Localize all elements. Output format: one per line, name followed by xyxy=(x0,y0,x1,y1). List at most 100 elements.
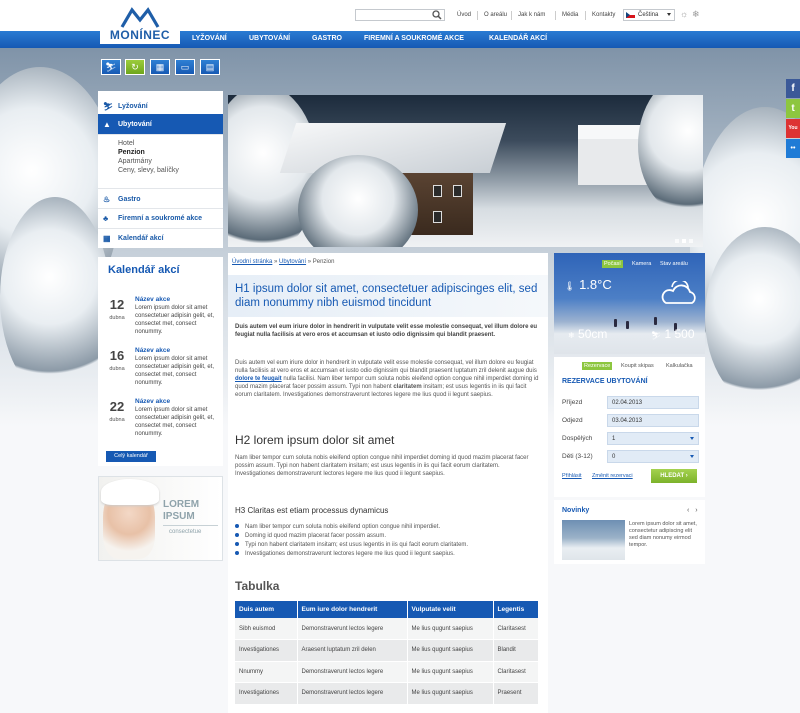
thermometer-icon: 🌡 xyxy=(564,281,576,291)
gallery-icon[interactable]: ▤ xyxy=(200,59,220,75)
promo-banner[interactable]: LOREM IPSUM consectetue xyxy=(98,476,223,561)
flickr-label: •• xyxy=(790,145,796,152)
field-label: Odjezd xyxy=(562,417,583,424)
twitter-label: t xyxy=(791,103,795,114)
table-cell: Claritasest xyxy=(493,618,539,640)
subitem-penzion[interactable]: Penzion xyxy=(118,149,145,156)
window xyxy=(433,185,442,197)
table-cell: Praesent xyxy=(493,682,539,705)
sidebar-item-label: Kalendář akcí xyxy=(118,235,164,242)
event-icon: ♣ xyxy=(103,214,109,223)
header-link-o-arealu[interactable]: O areálu xyxy=(484,12,507,18)
temperature-value: 1.8°C xyxy=(579,277,612,292)
breadcrumb-home[interactable]: Úvodní stránka xyxy=(232,259,272,265)
sidebar: ⛷ Lyžování ▲ Ubytování Hotel Penzion Apart… xyxy=(98,91,223,248)
inline-link[interactable]: dolore te feugait xyxy=(235,376,282,382)
tab-weather[interactable]: Počasí xyxy=(602,260,623,268)
logo[interactable]: MONÍNEC xyxy=(100,4,180,44)
tab-reservation[interactable]: Rezervace xyxy=(582,362,613,370)
table-cell: Claritasest xyxy=(493,661,539,683)
bus-icon[interactable]: ▭ xyxy=(175,59,195,75)
subitem-ceny[interactable]: Ceny, slevy, balíčky xyxy=(118,167,179,174)
table-cell: Investigationes xyxy=(235,639,298,662)
table-cell: Araesent luptatum zril delen xyxy=(297,639,408,662)
tab-calculator[interactable]: Kalkulačka xyxy=(666,363,693,369)
news-arrows-icon[interactable]: ‹ › xyxy=(687,507,700,514)
adults-select[interactable]: 1 xyxy=(607,432,699,445)
children-select[interactable]: 0 xyxy=(607,450,699,463)
field-label: Příjezd xyxy=(562,399,583,406)
table-row: Nnummy Demonstraverunt lectos legere Me … xyxy=(235,661,539,683)
refresh-icon[interactable]: ↻ xyxy=(125,59,145,75)
table-row: Investigationes Araesent luptatum zril d… xyxy=(235,639,539,662)
cloud-sun-icon xyxy=(661,281,696,304)
sidebar-item-label: Lyžování xyxy=(118,103,148,110)
calendar-icon: ▦ xyxy=(103,234,111,243)
chevron-down-icon xyxy=(690,437,694,440)
window xyxy=(453,185,462,197)
event-text: Lorem ipsum dolor sit amet consectetuer … xyxy=(135,407,215,437)
sidebar-item-kalendar[interactable]: ▦ Kalendář akcí xyxy=(98,228,223,249)
breadcrumb-section[interactable]: Ubytování xyxy=(279,259,306,265)
event-title[interactable]: Název akce xyxy=(135,347,170,354)
nav-firemni-akce[interactable]: FIREMNÍ A SOUKROMÉ AKCE xyxy=(364,35,464,42)
table-cell: Sibh euismod xyxy=(235,618,298,640)
nav-ubytovani[interactable]: UBYTOVÁNÍ xyxy=(249,35,290,42)
header-link-uvod[interactable]: Úvod xyxy=(457,12,471,18)
sun-icon[interactable]: ☼ xyxy=(680,9,688,19)
snowflake-icon[interactable]: ❄ xyxy=(692,9,700,20)
sidebar-item-gastro[interactable]: ♨ Gastro xyxy=(98,188,223,209)
tab-camera[interactable]: Kamera xyxy=(632,261,651,267)
nav-kalendar-akci[interactable]: KALENDÁŘ AKCÍ xyxy=(489,35,547,42)
nav-lyzovani[interactable]: LYŽOVÁNÍ xyxy=(192,35,227,42)
header-link-jak-k-nam[interactable]: Jak k nám xyxy=(518,12,545,18)
sidebar-item-label: Gastro xyxy=(118,196,141,203)
header-link-kontakty[interactable]: Kontakty xyxy=(592,12,615,18)
slider-dot[interactable] xyxy=(682,239,686,243)
flickr-icon[interactable]: •• xyxy=(786,139,800,158)
departure-date-field[interactable]: 03.04.2013 xyxy=(607,414,699,427)
table-header: Vulputate velit xyxy=(407,601,494,618)
temperature: 🌡 1.8°C xyxy=(564,277,612,292)
slider-dot[interactable] xyxy=(675,239,679,243)
event-title[interactable]: Název akce xyxy=(135,398,170,405)
youtube-icon[interactable]: You xyxy=(786,119,800,138)
field-value: 0 xyxy=(612,454,616,460)
full-calendar-button[interactable]: Celý kalendář xyxy=(106,451,156,462)
slider-dot[interactable] xyxy=(689,239,693,243)
facebook-icon[interactable]: f xyxy=(786,79,800,98)
login-link[interactable]: Přihlásit xyxy=(562,473,582,479)
breadcrumb-separator: » xyxy=(274,259,278,265)
weather-widget: Počasí Kamera Stav areálu 🌡 1.8°C ❄ 50cm… xyxy=(554,253,705,354)
sidebar-item-firemni-akce[interactable]: ♣ Firemní a soukromé akce xyxy=(98,208,223,229)
table-cell: Blandit xyxy=(493,639,539,662)
news-image[interactable] xyxy=(562,520,625,560)
news-text[interactable]: Lorem ipsum dolor sit amet, consectetur … xyxy=(629,521,702,549)
calendar-icon[interactable]: ▦ xyxy=(150,59,170,75)
search-button[interactable]: HLEDAT › xyxy=(651,469,697,483)
breadcrumb: Úvodní stránka » Ubytování » Penzion xyxy=(232,259,334,265)
subitem-hotel[interactable]: Hotel xyxy=(118,140,134,147)
event-title[interactable]: Název akce xyxy=(135,296,170,303)
divider xyxy=(555,11,556,20)
field-value: 03.04.2013 xyxy=(612,418,643,424)
tab-resort-status[interactable]: Stav areálu xyxy=(660,261,688,267)
search-icon[interactable] xyxy=(432,10,442,20)
skier-icon[interactable]: ⛷ xyxy=(101,59,121,75)
heading-h2: H2 lorem ipsum dolor sit amet xyxy=(235,433,395,447)
paragraph-text: Duis autem vel eum iriure dolor in hendr… xyxy=(235,360,537,374)
main-content: Úvodní stránka » Ubytování » Penzion H1 … xyxy=(228,253,548,713)
divider xyxy=(511,11,512,20)
nav-gastro[interactable]: GASTRO xyxy=(312,35,342,42)
header-link-media[interactable]: Média xyxy=(562,12,578,18)
subitem-apartmany[interactable]: Apartmány xyxy=(118,158,152,165)
twitter-icon[interactable]: t xyxy=(786,99,800,118)
sidebar-item-ubytovani[interactable]: ▲ Ubytování xyxy=(98,114,223,135)
skier-icon: ⛷ xyxy=(103,102,114,111)
change-reservation-link[interactable]: Změnit rezervaci xyxy=(592,473,633,479)
tab-buy-skipass[interactable]: Koupit skipas xyxy=(621,363,654,369)
arrival-date-field[interactable]: 02.04.2013 xyxy=(607,396,699,409)
event-day: 22 xyxy=(109,399,125,414)
table-title: Tabulka xyxy=(235,579,280,593)
skier-figure xyxy=(614,319,617,327)
